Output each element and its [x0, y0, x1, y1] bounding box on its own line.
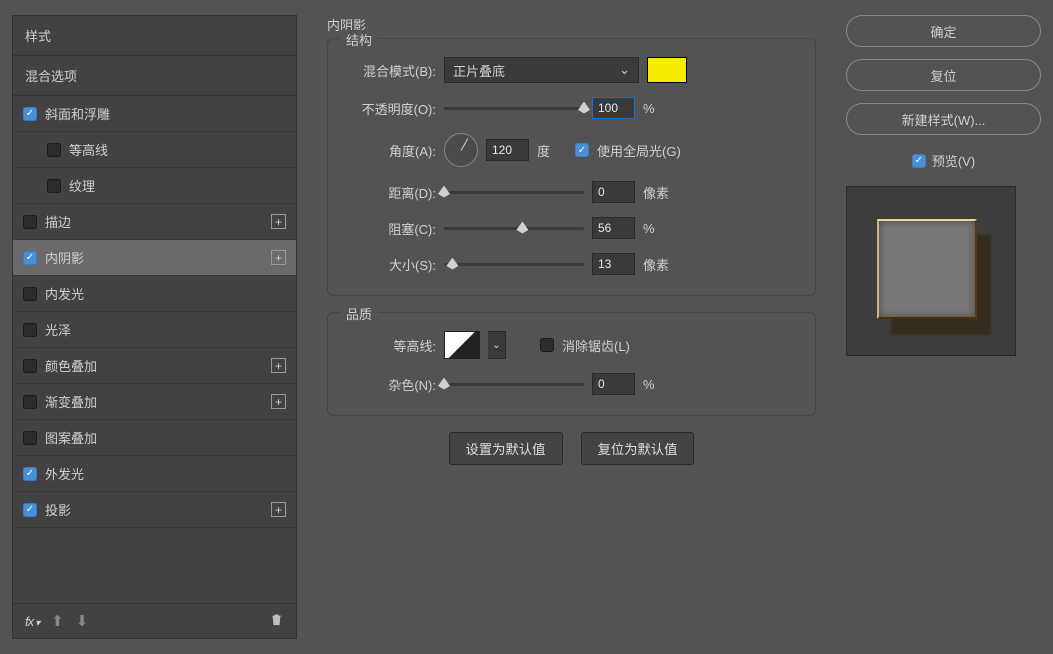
structure-group: 结构 混合模式(B): 正片叠底 ⌄ 不透明度(O): % 角度(A): [327, 38, 816, 296]
global-light-label: 使用全局光(G) [597, 141, 681, 160]
preview-label: 预览(V) [932, 151, 975, 170]
style-item-label: 斜面和浮雕 [45, 104, 286, 123]
noise-label: 杂色(N): [348, 375, 436, 394]
style-checkbox[interactable] [23, 323, 37, 337]
distance-unit: 像素 [643, 183, 673, 202]
quality-legend: 品质 [340, 304, 378, 323]
add-effect-icon[interactable]: + [271, 358, 286, 373]
contour-label: 等高线: [348, 336, 436, 355]
sidebar-footer: fx▾ ⬆ ⬇ [12, 604, 297, 639]
shadow-color-swatch[interactable] [647, 57, 687, 83]
preview-checkbox[interactable]: ✓ [912, 154, 926, 168]
style-checkbox[interactable] [23, 359, 37, 373]
quality-group: 品质 等高线: ⌄ 消除锯齿(L) 杂色(N): % [327, 312, 816, 416]
choke-unit: % [643, 221, 673, 236]
style-checkbox[interactable] [23, 287, 37, 301]
style-item-label: 等高线 [69, 140, 286, 159]
blend-mode-label: 混合模式(B): [348, 61, 436, 80]
choke-label: 阻塞(C): [348, 219, 436, 238]
add-effect-icon[interactable]: + [271, 250, 286, 265]
style-item[interactable]: 内发光 [13, 276, 296, 312]
blending-options[interactable]: 混合选项 [12, 55, 297, 96]
distance-input[interactable] [592, 181, 635, 203]
style-checkbox[interactable] [47, 179, 61, 193]
chevron-down-icon: ⌄ [619, 62, 630, 78]
global-light-checkbox[interactable]: ✓ [575, 143, 589, 157]
style-item[interactable]: 渐变叠加 + [13, 384, 296, 420]
structure-legend: 结构 [340, 30, 378, 49]
contour-picker[interactable] [444, 331, 480, 359]
style-item[interactable]: 颜色叠加 + [13, 348, 296, 384]
angle-unit: 度 [537, 141, 567, 160]
style-item[interactable]: ✓ 投影 + [13, 492, 296, 528]
style-item-label: 投影 [45, 500, 263, 519]
add-effect-icon[interactable]: + [271, 502, 286, 517]
size-unit: 像素 [643, 255, 673, 274]
panel-title: 内阴影 [327, 15, 816, 34]
reset-button[interactable]: 复位 [846, 59, 1041, 91]
opacity-label: 不透明度(O): [348, 99, 436, 118]
size-slider[interactable] [444, 263, 584, 266]
choke-slider[interactable] [444, 227, 584, 230]
noise-input[interactable] [592, 373, 635, 395]
noise-slider[interactable] [444, 383, 584, 386]
add-effect-icon[interactable]: + [271, 394, 286, 409]
angle-input[interactable] [486, 139, 529, 161]
distance-slider[interactable] [444, 191, 584, 194]
blend-mode-select[interactable]: 正片叠底 ⌄ [444, 57, 639, 83]
style-item-label: 纹理 [69, 176, 286, 195]
opacity-input[interactable] [592, 97, 635, 119]
move-up-icon[interactable]: ⬆ [51, 612, 64, 630]
opacity-unit: % [643, 101, 673, 116]
distance-label: 距离(D): [348, 183, 436, 202]
style-item-label: 外发光 [45, 464, 286, 483]
style-item-label: 内发光 [45, 284, 286, 303]
style-item[interactable]: ✓ 斜面和浮雕 [13, 96, 296, 132]
move-down-icon[interactable]: ⬇ [76, 612, 89, 630]
fx-icon[interactable]: fx▾ [25, 614, 39, 629]
add-effect-icon[interactable]: + [271, 214, 286, 229]
new-style-button[interactable]: 新建样式(W)... [846, 103, 1041, 135]
style-item[interactable]: 图案叠加 [13, 420, 296, 456]
style-item[interactable]: 光泽 [13, 312, 296, 348]
size-input[interactable] [592, 253, 635, 275]
reset-default-button[interactable]: 复位为默认值 [581, 432, 695, 465]
sidebar-header: 样式 [12, 15, 297, 55]
set-default-button[interactable]: 设置为默认值 [449, 432, 563, 465]
styles-sidebar: 样式 混合选项 ✓斜面和浮雕等高线纹理描边+✓内阴影+内发光光泽颜色叠加+渐变叠… [12, 15, 297, 639]
style-item[interactable]: 等高线 [13, 132, 296, 168]
style-item-label: 图案叠加 [45, 428, 286, 447]
style-checkbox[interactable] [23, 431, 37, 445]
style-item-label: 描边 [45, 212, 263, 231]
style-checkbox[interactable]: ✓ [23, 467, 37, 481]
style-checkbox[interactable]: ✓ [23, 503, 37, 517]
style-item[interactable]: ✓ 外发光 [13, 456, 296, 492]
style-checkbox[interactable] [23, 395, 37, 409]
opacity-slider[interactable] [444, 107, 584, 110]
style-checkbox[interactable]: ✓ [23, 251, 37, 265]
style-checkbox[interactable] [47, 143, 61, 157]
contour-dropdown[interactable]: ⌄ [488, 331, 506, 359]
noise-unit: % [643, 377, 673, 392]
antialias-checkbox[interactable] [540, 338, 554, 352]
style-item[interactable]: ✓ 内阴影 + [13, 240, 296, 276]
trash-icon[interactable] [269, 612, 284, 630]
antialias-label: 消除锯齿(L) [562, 336, 630, 355]
style-checkbox[interactable]: ✓ [23, 107, 37, 121]
ok-button[interactable]: 确定 [846, 15, 1041, 47]
style-item-label: 渐变叠加 [45, 392, 263, 411]
angle-label: 角度(A): [348, 141, 436, 160]
style-item[interactable]: 纹理 [13, 168, 296, 204]
style-item[interactable]: 描边 + [13, 204, 296, 240]
style-checkbox[interactable] [23, 215, 37, 229]
preview-thumbnail [846, 186, 1016, 356]
choke-input[interactable] [592, 217, 635, 239]
style-item-label: 颜色叠加 [45, 356, 263, 375]
angle-dial[interactable] [444, 133, 478, 167]
size-label: 大小(S): [348, 255, 436, 274]
style-item-label: 内阴影 [45, 248, 263, 267]
style-item-label: 光泽 [45, 320, 286, 339]
